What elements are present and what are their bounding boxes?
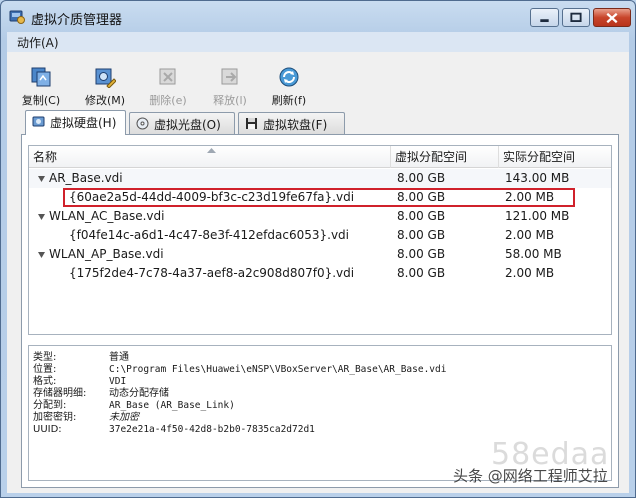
table-row[interactable]: WLAN_AC_Base.vdi 8.00 GB 121.00 MB	[29, 207, 611, 226]
actual-size: 2.00 MB	[505, 266, 555, 280]
release-button[interactable]: 释放(l)	[202, 66, 258, 108]
collapse-arrow-icon[interactable]	[38, 176, 45, 182]
detail-row: 位置: C:\Program Files\Huawei\eNSP\VBoxSer…	[29, 364, 613, 376]
disk-name: {60ae2a5d-44dd-4009-bf3c-c23d19fe67fa}.v…	[69, 190, 355, 204]
column-header-virtual-size[interactable]: 虚拟分配空间	[391, 146, 499, 168]
actual-size: 2.00 MB	[505, 190, 555, 204]
delete-label: 删除(e)	[149, 94, 187, 107]
column-name-label: 名称	[33, 150, 58, 164]
release-label: 释放(l)	[213, 94, 247, 107]
column-header-name[interactable]: 名称	[29, 146, 391, 168]
copy-label: 复制(C)	[21, 94, 61, 107]
table-row[interactable]: {60ae2a5d-44dd-4009-bf3c-c23d19fe67fa}.v…	[29, 188, 611, 207]
virtual-size: 8.00 GB	[397, 247, 446, 261]
detail-key: 分配到:	[33, 400, 67, 411]
title-bar[interactable]: 虚拟介质管理器	[1, 1, 635, 32]
window-title: 虚拟介质管理器	[31, 13, 123, 28]
toolbar: 复制(C) 修改(M) 删除(e) 释放(l) 刷新(f)	[7, 52, 629, 107]
detail-row: 分配到: AR_Base (AR_Base_Link)	[29, 400, 613, 412]
minimize-icon	[540, 19, 549, 23]
detail-key: 格式:	[33, 376, 57, 387]
release-disk-icon	[221, 68, 238, 85]
tab-optical-disks[interactable]: 虚拟光盘(O)	[129, 112, 235, 134]
disk-list[interactable]: 名称 虚拟分配空间 实际分配空间 AR_Base.vdi 8.00 GB 143…	[28, 145, 612, 335]
detail-row: 格式: VDI	[29, 376, 613, 388]
close-button[interactable]	[593, 8, 631, 27]
actual-size: 2.00 MB	[505, 228, 555, 242]
table-row[interactable]: WLAN_AP_Base.vdi 8.00 GB 58.00 MB	[29, 245, 611, 264]
detail-key: 位置:	[33, 364, 57, 375]
detail-value: VDI	[109, 376, 127, 387]
modify-disk-icon	[95, 68, 116, 88]
table-row[interactable]: {175f2de4-7c78-4a37-aef8-a2c908d807f0}.v…	[29, 264, 611, 283]
menu-action[interactable]: 动作(A)	[17, 34, 59, 51]
list-header: 名称 虚拟分配空间 实际分配空间	[29, 146, 611, 168]
media-manager-window: 虚拟介质管理器 动作(A) 复制(C) 修改(M) 删除(e) 释放(l) 刷新…	[0, 0, 636, 498]
optical-disk-icon	[136, 117, 149, 130]
detail-row: UUID: 37e2e21a-4f50-42d8-b2b0-7835ca2d72…	[29, 424, 613, 436]
virtual-size: 8.00 GB	[397, 266, 446, 280]
tab-label-optical-disks: 虚拟光盘(O)	[154, 118, 221, 132]
detail-key: UUID:	[33, 424, 62, 435]
tab-panel: 名称 虚拟分配空间 实际分配空间 AR_Base.vdi 8.00 GB 143…	[21, 134, 619, 488]
detail-key: 存储器明细:	[33, 388, 87, 399]
detail-row: 类型: 普通	[29, 352, 613, 364]
virtual-size: 8.00 GB	[397, 209, 446, 223]
vbox-media-manager-icon	[9, 10, 25, 24]
disk-name: AR_Base.vdi	[49, 171, 123, 185]
actual-size: 121.00 MB	[505, 209, 570, 223]
detail-value: 普通	[109, 352, 129, 363]
collapse-arrow-icon[interactable]	[38, 214, 45, 220]
disk-name: {f04fe14c-a6d1-4c47-8e3f-412efdac6053}.v…	[69, 228, 350, 242]
tab-hard-disks[interactable]: 虚拟硬盘(H)	[25, 110, 126, 135]
detail-value: 37e2e21a-4f50-42d8-b2b0-7835ca2d72d1	[109, 424, 315, 435]
virtual-size: 8.00 GB	[397, 228, 446, 242]
tab-floppy-disks[interactable]: 虚拟软盘(F)	[238, 112, 345, 134]
modify-label: 修改(M)	[84, 94, 126, 107]
detail-value: 未加密	[109, 412, 139, 423]
maximize-button[interactable]	[562, 8, 590, 27]
refresh-icon	[279, 67, 299, 87]
menu-bar: 动作(A)	[7, 32, 629, 52]
tab-label-hard-disks: 虚拟硬盘(H)	[50, 116, 117, 130]
minimize-button[interactable]	[530, 8, 559, 27]
author-watermark: 头条 @网络工程师艾拉	[453, 467, 608, 485]
actual-size: 58.00 MB	[505, 247, 562, 261]
disk-name: {175f2de4-7c78-4a37-aef8-a2c908d807f0}.v…	[69, 266, 355, 280]
detail-value: 动态分配存储	[109, 388, 169, 399]
hard-disk-icon	[32, 116, 45, 127]
collapse-arrow-icon[interactable]	[38, 252, 45, 258]
modify-button[interactable]: 修改(M)	[77, 66, 133, 108]
refresh-button[interactable]: 刷新(f)	[261, 66, 317, 108]
table-row[interactable]: {f04fe14c-a6d1-4c47-8e3f-412efdac6053}.v…	[29, 226, 611, 245]
column-virtual-label: 虚拟分配空间	[395, 150, 468, 164]
sort-ascending-icon	[207, 148, 216, 153]
maximize-icon	[570, 12, 582, 22]
disk-name: WLAN_AP_Base.vdi	[49, 247, 164, 261]
column-header-actual-size[interactable]: 实际分配空间	[499, 146, 611, 168]
column-actual-label: 实际分配空间	[503, 150, 576, 164]
close-icon	[606, 12, 618, 24]
table-row[interactable]: AR_Base.vdi 8.00 GB 143.00 MB	[29, 169, 611, 188]
delete-button[interactable]: 删除(e)	[140, 66, 196, 108]
detail-key: 加密密钥:	[33, 412, 77, 423]
actual-size: 143.00 MB	[505, 171, 570, 185]
delete-disk-icon	[159, 68, 176, 85]
copy-disk-icon	[31, 67, 51, 87]
virtual-size: 8.00 GB	[397, 190, 446, 204]
client-area: 复制(C) 修改(M) 删除(e) 释放(l) 刷新(f) 虚拟硬盘(H) 虚拟…	[7, 52, 629, 493]
disk-name: WLAN_AC_Base.vdi	[49, 209, 165, 223]
refresh-label: 刷新(f)	[271, 94, 307, 107]
detail-key: 类型:	[33, 352, 57, 363]
copy-button[interactable]: 复制(C)	[13, 66, 69, 108]
detail-row: 存储器明细: 动态分配存储	[29, 388, 613, 400]
floppy-disk-icon	[246, 118, 257, 129]
virtual-size: 8.00 GB	[397, 171, 446, 185]
detail-value: AR_Base (AR_Base_Link)	[109, 400, 235, 411]
tab-label-floppy-disks: 虚拟软盘(F)	[263, 118, 328, 132]
detail-value: C:\Program Files\Huawei\eNSP\VBoxServer\…	[109, 364, 447, 375]
detail-row: 加密密钥: 未加密	[29, 412, 613, 424]
